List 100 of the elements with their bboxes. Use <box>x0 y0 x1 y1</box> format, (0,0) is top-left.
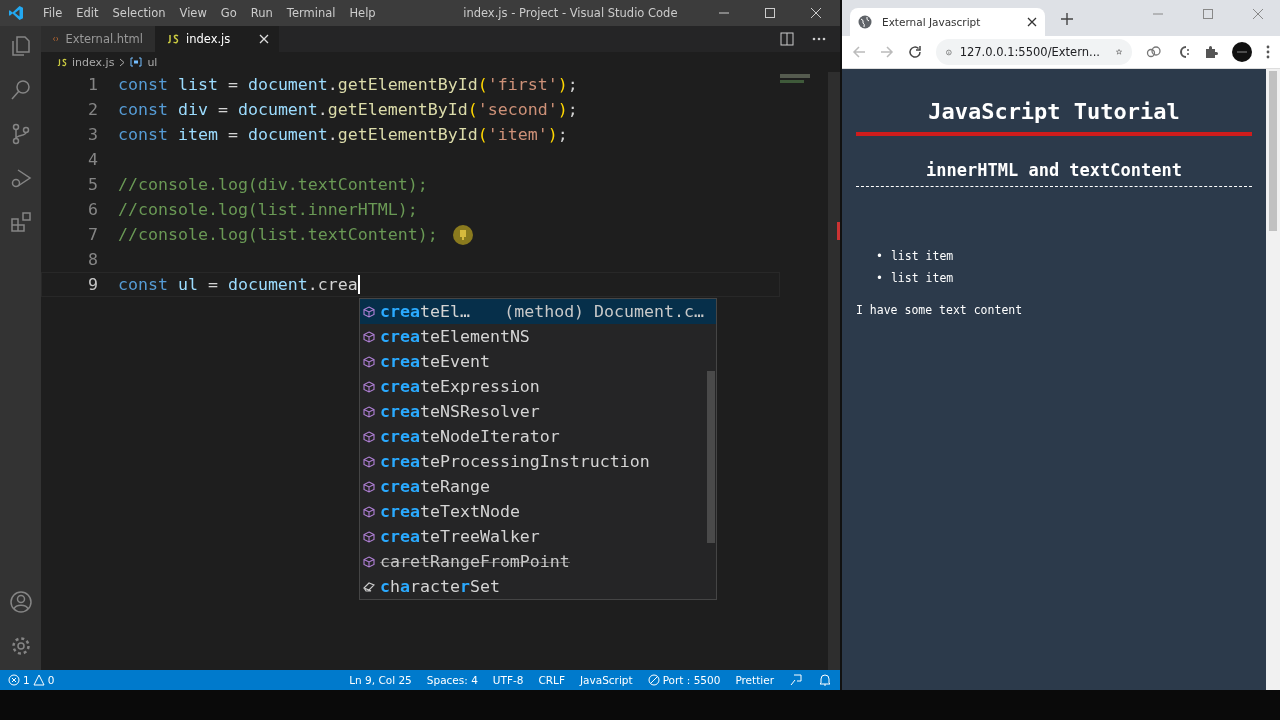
scrollbar-thumb[interactable] <box>1269 71 1277 231</box>
suggestion-item[interactable]: createProcessingInstruction <box>360 449 716 474</box>
list-item: list item <box>890 271 954 285</box>
code-line: const div = document.getElementById('second'); <box>118 100 578 119</box>
method-icon <box>363 355 375 368</box>
error-marker <box>837 222 840 240</box>
method-icon <box>363 330 375 343</box>
property-icon <box>363 580 375 593</box>
menu-item[interactable]: Edit <box>69 6 106 20</box>
status-item[interactable]: Spaces: 4 <box>426 674 478 686</box>
lightbulb-icon[interactable] <box>452 224 474 246</box>
scrollbar[interactable] <box>828 72 840 670</box>
method-icon <box>363 305 375 318</box>
breadcrumb-item[interactable]: index.js <box>72 55 115 69</box>
menu-item[interactable]: Go <box>213 6 244 20</box>
list-item: list item <box>890 249 954 263</box>
menu-item[interactable]: File <box>36 6 70 20</box>
scrollbar-thumb[interactable] <box>707 371 715 543</box>
suggestion-item[interactable]: createTextNode <box>360 499 716 524</box>
address-bar[interactable]: 127.0.0.1:5500/Extern... <box>936 39 1132 65</box>
browser-tab[interactable]: External Javascript <box>850 8 1045 36</box>
breadcrumb-item[interactable]: ul <box>147 55 158 69</box>
back-icon[interactable] <box>852 45 866 59</box>
code-line: //console.log(list.innerHTML); <box>118 200 418 219</box>
editor-tab[interactable]: External.html <box>41 26 155 52</box>
menu-item[interactable]: View <box>172 6 214 20</box>
account-icon[interactable] <box>8 590 33 614</box>
close-icon[interactable] <box>1027 17 1037 27</box>
forward-icon[interactable] <box>880 45 894 59</box>
line-number: 9 <box>87 275 99 294</box>
line-number: 6 <box>87 200 99 219</box>
problems-status[interactable]: 1 0 <box>8 674 55 686</box>
vscode-logo-icon <box>8 5 24 21</box>
more-icon[interactable] <box>812 37 826 41</box>
suggestion-item[interactable]: createTreeWalker <box>360 524 716 549</box>
new-tab-icon[interactable] <box>1061 13 1073 25</box>
variable-icon <box>130 57 143 67</box>
suggestion-item[interactable]: createEl… (method) Document.c… <box>360 299 716 324</box>
method-icon <box>363 555 375 568</box>
code-line: //console.log(div.textContent); <box>118 175 428 194</box>
minimap-line <box>780 80 804 83</box>
status-item[interactable]: CRLF <box>538 674 565 686</box>
method-icon <box>363 505 375 518</box>
code-line: const list = document.getElementById('first'); <box>118 75 578 94</box>
method-icon <box>363 530 375 543</box>
suggestion-item[interactable]: createNSResolver <box>360 399 716 424</box>
line-number: 3 <box>87 125 99 144</box>
chevron-icon <box>119 57 126 67</box>
method-icon <box>363 455 375 468</box>
split-editor-icon[interactable] <box>780 32 794 46</box>
bullet: • <box>876 271 883 285</box>
cloud-icon[interactable] <box>1146 45 1162 59</box>
more-icon[interactable] <box>1266 45 1270 59</box>
status-item[interactable]: Prettier <box>735 674 774 686</box>
status-item[interactable]: JavaScript <box>580 674 633 686</box>
menu-item[interactable]: Run <box>243 6 280 20</box>
line-number: 2 <box>87 100 99 119</box>
status-item[interactable]: UTF-8 <box>492 674 524 686</box>
menu-item[interactable]: Help <box>342 6 383 20</box>
page-subheading: innerHTML and textContent <box>856 160 1252 187</box>
page-heading: JavaScript Tutorial <box>856 99 1252 136</box>
maximize-icon[interactable] <box>764 7 776 19</box>
method-icon <box>363 430 375 443</box>
line-number: 7 <box>87 225 99 244</box>
js-file-icon <box>57 57 67 67</box>
code-line: //console.log(list.textContent); <box>118 225 438 244</box>
paragraph: I have some text content <box>856 303 1024 317</box>
code-line: const item = document.getElementById('item'); <box>118 125 568 144</box>
menu-item[interactable]: Selection <box>105 6 173 20</box>
bell-icon[interactable] <box>818 673 832 687</box>
suggestion-item[interactable]: createRange <box>360 474 716 499</box>
line-number: 1 <box>87 75 99 94</box>
suggestion-item[interactable]: createNodeIterator <box>360 424 716 449</box>
status-item[interactable]: Port : 5500 <box>647 674 721 686</box>
puzzle-icon[interactable] <box>1204 45 1218 59</box>
suggestion-item[interactable]: createExpression <box>360 374 716 399</box>
line-number: 4 <box>87 150 99 169</box>
js-file-icon <box>167 34 179 44</box>
scrollbar[interactable] <box>1266 69 1280 690</box>
suggestion-item[interactable]: createEvent <box>360 349 716 374</box>
method-icon <box>363 480 375 493</box>
extensions-icon[interactable] <box>8 210 33 234</box>
reload-icon[interactable] <box>908 45 922 59</box>
line-number: 8 <box>87 250 99 269</box>
avatar-icon[interactable] <box>1232 42 1252 62</box>
line-number: 5 <box>87 175 99 194</box>
bullet: • <box>876 249 883 263</box>
editor-tab[interactable]: index.js <box>155 26 280 52</box>
suggestion-item[interactable]: caretRangeFromPoint <box>360 549 716 574</box>
search-icon[interactable] <box>8 78 33 102</box>
suggestion-item[interactable]: cha racterSet <box>360 574 716 599</box>
method-icon <box>363 405 375 418</box>
warning-icon <box>32 674 45 686</box>
status-item[interactable]: Ln 9, Col 25 <box>349 674 412 686</box>
method-icon <box>363 380 375 393</box>
suggestion-item[interactable]: createElementNS <box>360 324 716 349</box>
error-icon <box>8 674 20 686</box>
html-file-icon <box>53 34 59 44</box>
menu-item[interactable]: Terminal <box>279 6 343 20</box>
blocked-icon <box>647 674 660 686</box>
